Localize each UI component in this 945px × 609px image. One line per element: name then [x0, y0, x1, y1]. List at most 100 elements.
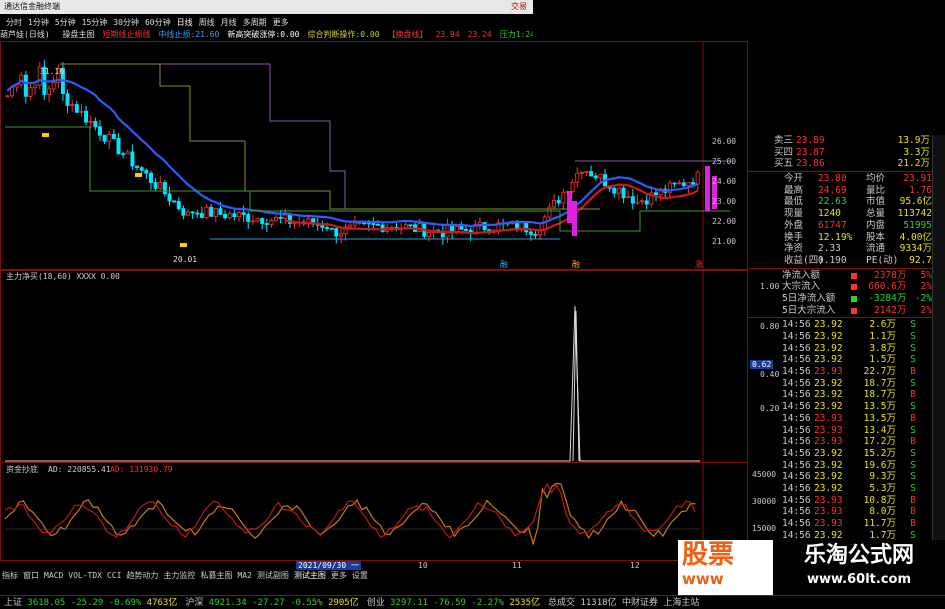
stat-label: 换手 — [784, 231, 804, 243]
candle-body — [209, 206, 214, 217]
tick-list[interactable]: 14:56 23.92 2.6万 S 14:56 23.92 1.1万 S 14:56 23.92… — [748, 319, 932, 541]
index-quote-0[interactable]: 上证 3618.05 -25.29 -0.69% 4763亿 — [4, 596, 177, 609]
candle-body — [579, 171, 584, 174]
sub1-header[interactable]: 主力净买(18,60) XXXX 0.00 — [6, 271, 120, 281]
tab-test-main[interactable]: 测试主图 — [294, 570, 326, 582]
tick-row[interactable]: 14:56 23.92 13.5万 S — [748, 401, 932, 413]
tick-row[interactable]: 14:56 23.93 17.2万 B — [748, 436, 932, 448]
kline-chart-area[interactable]: 主力净买(18,60) XXXX 0.00 资金抄底 AD: 220855.41… — [0, 41, 748, 561]
candle-body — [681, 182, 686, 187]
tick-price: 23.93 — [814, 518, 843, 529]
tab-test-sub[interactable]: 测试副图 — [257, 570, 289, 582]
candle-body — [644, 200, 649, 205]
stat-value: 9334万 — [899, 243, 932, 255]
period-30min[interactable]: 30分钟 — [113, 16, 139, 29]
tab-private-main[interactable]: 私募主图 — [200, 570, 232, 582]
candle-body — [691, 182, 696, 185]
order-book-row[interactable]: 买四 23.87 3.3万 — [748, 147, 932, 159]
index-quote-1[interactable]: 沪深 4921.34 -27.27 -0.55% 2905亿 — [185, 596, 358, 609]
time-axis-label-12: 12 — [630, 561, 640, 570]
tick-row[interactable]: 14:56 23.92 3.8万 S — [748, 343, 932, 355]
tick-direction: S — [910, 319, 916, 331]
candle-body — [408, 224, 413, 227]
tick-price: 23.93 — [814, 494, 843, 506]
event-marker-3[interactable]: 涨 — [695, 259, 703, 269]
candle-body — [116, 138, 121, 155]
tab-settings[interactable]: 设置 — [352, 570, 368, 582]
stat-value: 12.19% — [818, 231, 853, 243]
tick-row[interactable]: 14:56 23.93 8.0万 B — [748, 506, 932, 518]
order-book-row[interactable]: 卖三 23.89 13.9万 — [748, 135, 932, 147]
main-indicator-header: 葫芦娃(日线) 操盘主图 短期线止损线 中线止损:21.60 新高突破涨停:0.00 综… — [0, 29, 533, 41]
tick-volume: 13.4万 — [863, 424, 896, 436]
tab-more[interactable]: 更多 — [331, 570, 347, 582]
price-label-23: 23.00 — [712, 197, 736, 206]
tick-row[interactable]: 14:56 23.93 10.8万 B — [748, 495, 932, 507]
indicator-value-2: 中线止损:21.60 — [158, 30, 220, 39]
sub2-header-label[interactable]: 资金抄底 — [6, 464, 38, 474]
flow-pct: 5% — [920, 269, 932, 281]
tab-indicator[interactable]: 指标 — [2, 570, 18, 582]
index-name: 上证 — [4, 598, 28, 608]
period-60min[interactable]: 60分钟 — [145, 16, 171, 29]
tab-vol-tdx[interactable]: VOL-TDX — [68, 570, 102, 582]
candle-body — [426, 232, 431, 237]
index-quote-2[interactable]: 创业 3297.11 -76.59 -2.27% 2535亿 — [367, 596, 540, 609]
order-price: 23.86 — [796, 158, 825, 170]
candle-body — [28, 87, 33, 97]
order-book-row[interactable]: 买五 23.86 21.2万 — [748, 158, 932, 170]
tick-row[interactable]: 14:56 23.93 13.5万 B — [748, 413, 932, 425]
indicator-name[interactable]: 葫芦娃(日线) — [0, 30, 50, 39]
time-axis-cursor: 2021/09/30 一 — [296, 561, 361, 570]
tick-volume: 17.2万 — [863, 436, 896, 448]
tab-ma2[interactable]: MA2 — [237, 570, 251, 582]
indicator-value-0: 操盘主图 — [62, 30, 95, 39]
period-day[interactable]: 日线 — [177, 16, 193, 29]
tick-row[interactable]: 14:56 23.92 2.6万 S — [748, 319, 932, 331]
period-month[interactable]: 月线 — [221, 16, 237, 29]
tick-row[interactable]: 14:56 23.92 18.7万 B — [748, 389, 932, 401]
candle-body — [162, 182, 167, 195]
period-5min[interactable]: 5分钟 — [55, 16, 76, 29]
tick-row[interactable]: 14:56 23.92 18.7万 S — [748, 378, 932, 390]
tick-row[interactable]: 14:56 23.92 15.2万 S — [748, 448, 932, 460]
candle-body — [630, 196, 635, 204]
tab-macd[interactable]: MACD — [44, 570, 63, 582]
tab-trend-power[interactable]: 趋势动力 — [126, 570, 158, 582]
signal-bar — [567, 191, 572, 223]
event-marker-2[interactable]: 融 — [572, 259, 580, 269]
candle-body — [246, 214, 251, 222]
stat-label: 均价 — [866, 173, 886, 185]
candle-body — [533, 233, 538, 236]
tick-row[interactable]: 14:56 23.92 5.3万 S — [748, 483, 932, 495]
period-15min[interactable]: 15分钟 — [82, 16, 108, 29]
indicator-value-8: 压力1:24.60 — [499, 30, 533, 39]
period-1min[interactable]: 1分钟 — [28, 16, 49, 29]
tick-row[interactable]: 14:56 23.92 9.3万 S — [748, 471, 932, 483]
tick-price: 23.92 — [814, 342, 843, 354]
tab-cci[interactable]: CCI — [107, 570, 121, 582]
candle-body — [153, 182, 158, 189]
trade-button[interactable]: 交易 — [511, 0, 527, 14]
tick-row[interactable]: 14:56 23.92 1.1万 S — [748, 331, 932, 343]
tick-row[interactable]: 14:56 23.93 13.4万 S — [748, 425, 932, 437]
right-sidebar-scroll[interactable] — [932, 135, 945, 562]
index-name: 创业 — [366, 598, 391, 608]
period-week[interactable]: 周线 — [199, 16, 215, 29]
event-marker-1[interactable]: 融 — [500, 259, 508, 269]
tick-row[interactable]: 14:56 23.93 11.7万 B — [748, 518, 932, 530]
tab-main-monitor[interactable]: 主力监控 — [163, 570, 195, 582]
candle-body — [181, 208, 186, 216]
tab-window[interactable]: 窗口 — [23, 570, 39, 582]
tick-row[interactable]: 14:56 23.92 19.6万 S — [748, 460, 932, 472]
period-multi[interactable]: 多周期 — [243, 16, 267, 29]
tick-row[interactable]: 14:56 23.92 1.5万 S — [748, 354, 932, 366]
candle-body — [459, 225, 464, 230]
tick-row[interactable]: 14:56 23.93 22.7万 B — [748, 366, 932, 378]
tick-direction: S — [910, 471, 916, 483]
candle-body — [325, 227, 330, 229]
period-fenshi[interactable]: 分时 — [6, 16, 22, 29]
watermark-banner: 乐淘公式网 www.60lt.com — [773, 540, 945, 595]
candle-body — [176, 201, 181, 209]
period-more[interactable]: 更多 — [273, 16, 289, 29]
